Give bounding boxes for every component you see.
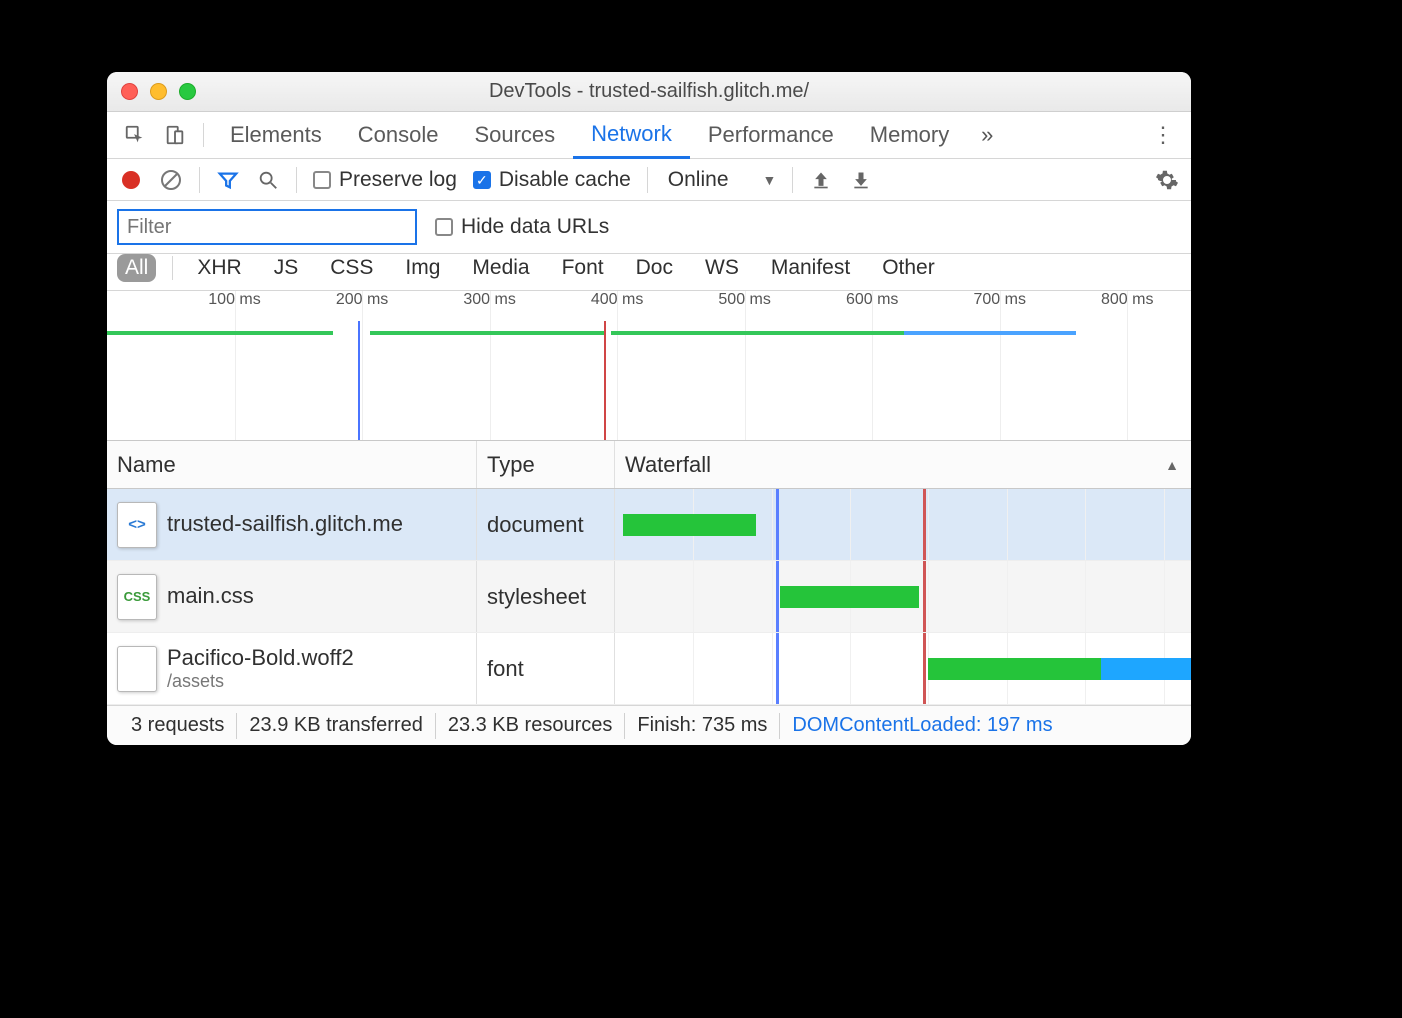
type-filter-css[interactable]: CSS <box>322 254 381 282</box>
load-marker <box>923 633 926 704</box>
timeline-overview[interactable]: 100 ms200 ms300 ms400 ms500 ms600 ms700 … <box>107 291 1191 441</box>
window-close-button[interactable] <box>121 83 138 100</box>
filter-input[interactable] <box>117 209 417 245</box>
request-row[interactable]: Pacifico-Bold.woff2/assets font <box>107 633 1191 705</box>
overview-bar <box>611 331 904 335</box>
request-table-body: <> trusted-sailfish.glitch.me document CSS m… <box>107 489 1191 705</box>
request-type: document <box>477 489 615 560</box>
dcl-marker <box>776 561 779 632</box>
panel-tabs: Elements Console Sources Network Perform… <box>107 112 1191 159</box>
type-filter-all[interactable]: All <box>117 254 156 282</box>
waterfall-cell <box>615 489 1191 560</box>
inspect-element-icon[interactable] <box>115 112 155 158</box>
throttling-value: Online <box>668 168 729 192</box>
type-filter-img[interactable]: Img <box>397 254 448 282</box>
hide-data-urls-label: Hide data URLs <box>461 215 609 239</box>
tab-console[interactable]: Console <box>340 113 457 157</box>
tab-elements[interactable]: Elements <box>212 113 340 157</box>
traffic-lights <box>121 83 196 100</box>
status-requests: 3 requests <box>119 714 236 737</box>
status-resources: 23.3 KB resources <box>436 714 625 737</box>
throttling-select[interactable]: Online ▼ <box>668 168 777 192</box>
devtools-window: DevTools - trusted-sailfish.glitch.me/ E… <box>107 72 1191 745</box>
request-name: trusted-sailfish.glitch.me <box>167 511 403 537</box>
record-button[interactable] <box>119 168 143 192</box>
column-type[interactable]: Type <box>477 441 615 488</box>
waterfall-cell <box>615 561 1191 632</box>
device-toolbar-icon[interactable] <box>155 112 195 158</box>
request-name: main.css <box>167 583 254 609</box>
column-waterfall[interactable]: Waterfall ▲ <box>615 441 1191 488</box>
preserve-log-label: Preserve log <box>339 168 457 192</box>
window-title: DevTools - trusted-sailfish.glitch.me/ <box>107 80 1191 103</box>
waterfall-bar <box>780 586 919 608</box>
title-bar: DevTools - trusted-sailfish.glitch.me/ <box>107 72 1191 112</box>
search-icon[interactable] <box>256 168 280 192</box>
tab-network[interactable]: Network <box>573 112 690 159</box>
type-filter-doc[interactable]: Doc <box>628 254 681 282</box>
overview-bar <box>370 331 605 335</box>
sort-indicator-icon: ▲ <box>1165 457 1179 473</box>
request-type: font <box>477 633 615 704</box>
overview-bar <box>904 331 1076 335</box>
type-filter-manifest[interactable]: Manifest <box>763 254 858 282</box>
file-file-icon <box>117 646 157 692</box>
dcl-marker <box>776 489 779 560</box>
waterfall-cell <box>615 633 1191 704</box>
preserve-log-checkbox[interactable]: Preserve log <box>313 168 457 192</box>
disable-cache-checkbox[interactable]: ✓ Disable cache <box>473 168 631 192</box>
status-bar: 3 requests 23.9 KB transferred 23.3 KB r… <box>107 705 1191 745</box>
type-filter-ws[interactable]: WS <box>697 254 747 282</box>
status-transferred: 23.9 KB transferred <box>237 714 434 737</box>
filter-row: Hide data URLs <box>107 201 1191 254</box>
upload-har-icon[interactable] <box>809 168 833 192</box>
more-tabs-icon[interactable]: » <box>967 112 1007 158</box>
tab-sources[interactable]: Sources <box>456 113 573 157</box>
waterfall-bar <box>623 514 756 536</box>
type-filter-row: All XHR JS CSS Img Media Font Doc WS Manifest Othe… <box>107 254 1191 291</box>
css-file-icon: CSS <box>117 574 157 620</box>
filter-icon[interactable] <box>216 168 240 192</box>
overview-bar <box>107 331 333 335</box>
kebab-menu-icon[interactable]: ⋮ <box>1143 112 1183 158</box>
request-table-header: Name Type Waterfall ▲ <box>107 441 1191 489</box>
doc-file-icon: <> <box>117 502 157 548</box>
chevron-down-icon: ▼ <box>763 172 777 188</box>
type-filter-xhr[interactable]: XHR <box>189 254 249 282</box>
column-waterfall-label: Waterfall <box>625 452 711 478</box>
overview-load-line <box>604 321 606 440</box>
tab-memory[interactable]: Memory <box>852 113 967 157</box>
status-finish: Finish: 735 ms <box>625 714 779 737</box>
hide-data-urls-checkbox[interactable]: Hide data URLs <box>435 215 609 239</box>
request-type: stylesheet <box>477 561 615 632</box>
download-har-icon[interactable] <box>849 168 873 192</box>
waterfall-bar <box>1101 658 1191 680</box>
window-maximize-button[interactable] <box>179 83 196 100</box>
clear-button[interactable] <box>159 168 183 192</box>
window-minimize-button[interactable] <box>150 83 167 100</box>
waterfall-bar <box>928 658 1100 680</box>
status-domcontentloaded: DOMContentLoaded: 197 ms <box>780 714 1064 737</box>
type-filter-js[interactable]: JS <box>266 254 307 282</box>
overview-domcontentloaded-line <box>358 321 360 440</box>
column-name[interactable]: Name <box>107 441 477 488</box>
load-marker <box>923 489 926 560</box>
request-path: /assets <box>167 671 354 693</box>
settings-icon[interactable] <box>1155 168 1179 192</box>
request-row[interactable]: CSS main.css stylesheet <box>107 561 1191 633</box>
request-row[interactable]: <> trusted-sailfish.glitch.me document <box>107 489 1191 561</box>
request-name: Pacifico-Bold.woff2 <box>167 645 354 671</box>
type-filter-other[interactable]: Other <box>874 254 943 282</box>
disable-cache-label: Disable cache <box>499 168 631 192</box>
network-toolbar: Preserve log ✓ Disable cache Online ▼ <box>107 159 1191 201</box>
load-marker <box>923 561 926 632</box>
type-filter-media[interactable]: Media <box>464 254 537 282</box>
type-filter-font[interactable]: Font <box>554 254 612 282</box>
dcl-marker <box>776 633 779 704</box>
tab-performance[interactable]: Performance <box>690 113 852 157</box>
